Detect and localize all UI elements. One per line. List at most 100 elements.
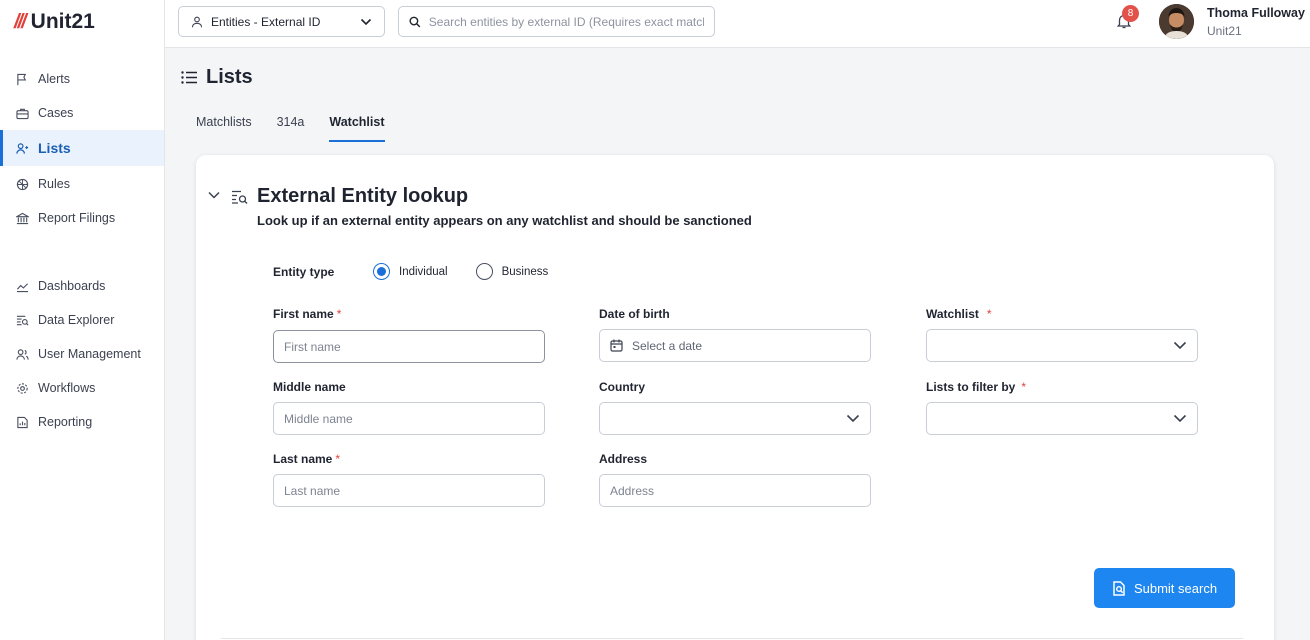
last-name-label-text: Last name bbox=[273, 452, 333, 466]
tab-matchlists[interactable]: Matchlists bbox=[196, 106, 252, 142]
flag-icon bbox=[17, 73, 27, 85]
required-asterisk: * bbox=[1021, 380, 1027, 394]
users-icon bbox=[16, 348, 29, 360]
middle-name-label: Middle name bbox=[273, 380, 346, 394]
first-name-label: First name * bbox=[273, 307, 341, 321]
chevron-down-icon[interactable] bbox=[208, 190, 220, 200]
submit-search-label: Submit search bbox=[1133, 580, 1218, 596]
document-search-icon bbox=[1113, 580, 1125, 596]
entity-type-group: Entity type Individual Business bbox=[273, 263, 548, 280]
last-name-field[interactable] bbox=[273, 474, 545, 507]
notification-count-badge: 8 bbox=[1122, 5, 1139, 22]
watchlist-label: Watchlist * bbox=[926, 307, 992, 321]
middle-name-input[interactable] bbox=[284, 411, 534, 426]
chart-line-icon bbox=[16, 282, 29, 292]
dob-placeholder: Select a date bbox=[632, 338, 703, 353]
calendar-icon bbox=[610, 339, 623, 352]
user-name[interactable]: Thoma Fulloway bbox=[1207, 6, 1305, 20]
sidebar-item-alerts[interactable]: Alerts bbox=[0, 62, 164, 96]
sidebar-item-label: User Management bbox=[38, 347, 141, 361]
radio-circle-selected[interactable] bbox=[373, 263, 390, 280]
briefcase-icon bbox=[16, 108, 29, 119]
entity-select-value: Entities - External ID bbox=[211, 14, 321, 29]
lookup-title: External Entity lookup bbox=[257, 185, 469, 207]
sidebar-item-label: Rules bbox=[38, 177, 70, 191]
sidebar-item-label: Lists bbox=[38, 140, 71, 156]
required-asterisk: * bbox=[986, 307, 992, 321]
bank-icon bbox=[16, 212, 29, 224]
last-name-label: Last name * bbox=[273, 452, 340, 466]
chevron-down-icon bbox=[846, 414, 860, 423]
sidebar-item-label: Cases bbox=[38, 106, 74, 120]
sidebar: /// Unit21 Alerts Cases Lists Rules Repo… bbox=[0, 0, 165, 640]
sidebar-item-dashboards[interactable]: Dashboards bbox=[0, 269, 164, 303]
watchlist-label-text: Watchlist bbox=[926, 307, 979, 321]
sidebar-item-data-explorer[interactable]: Data Explorer bbox=[0, 303, 164, 337]
lists-filter-select[interactable] bbox=[926, 402, 1198, 435]
radio-business-label: Business bbox=[501, 265, 549, 278]
user-list-icon bbox=[16, 142, 29, 154]
data-search-icon bbox=[16, 315, 29, 326]
sidebar-item-label: Alerts bbox=[38, 72, 70, 86]
sidebar-item-label: Dashboards bbox=[38, 279, 106, 293]
page-title: Lists bbox=[181, 66, 253, 89]
chevron-down-icon bbox=[360, 18, 372, 25]
avatar[interactable] bbox=[1159, 4, 1194, 39]
external-entity-lookup-card: External Entity lookup Look up if an ext… bbox=[196, 155, 1274, 640]
sidebar-item-cases[interactable]: Cases bbox=[0, 96, 164, 130]
sidebar-item-label: Report Filings bbox=[38, 211, 116, 225]
country-label: Country bbox=[599, 380, 645, 394]
page-title-text: Lists bbox=[206, 66, 253, 88]
lists-filter-label: Lists to filter by * bbox=[926, 380, 1026, 394]
address-input[interactable] bbox=[610, 483, 860, 498]
top-bar: Entities - External ID 8 Thoma Fulloway … bbox=[165, 0, 1310, 48]
first-name-input[interactable] bbox=[284, 339, 534, 354]
address-field[interactable] bbox=[599, 474, 871, 507]
sidebar-item-reporting[interactable]: Reporting bbox=[0, 405, 164, 439]
radio-individual[interactable]: Individual bbox=[373, 263, 448, 280]
lookup-subtitle: Look up if an external entity appears on… bbox=[257, 213, 752, 228]
list-icon bbox=[181, 71, 197, 84]
entity-search-box[interactable] bbox=[398, 6, 715, 37]
user-organization: Unit21 bbox=[1207, 24, 1242, 38]
sidebar-item-label: Workflows bbox=[38, 381, 96, 395]
report-icon bbox=[17, 416, 28, 428]
tab-314a[interactable]: 314a bbox=[277, 106, 305, 142]
card-divider bbox=[221, 638, 1243, 639]
logo-mark: /// bbox=[14, 10, 27, 33]
lists-tabs: Matchlists 314a Watchlist bbox=[196, 106, 385, 142]
logo-name: Unit21 bbox=[30, 10, 95, 33]
person-icon bbox=[191, 16, 203, 27]
chevron-down-icon bbox=[1173, 341, 1187, 350]
radio-circle[interactable] bbox=[475, 263, 493, 280]
watchlist-select[interactable] bbox=[926, 329, 1198, 362]
sidebar-item-report-filings[interactable]: Report Filings bbox=[0, 201, 164, 235]
middle-name-field[interactable] bbox=[273, 402, 545, 435]
sidebar-item-label: Reporting bbox=[38, 415, 93, 429]
submit-search-button[interactable]: Submit search bbox=[1094, 568, 1235, 608]
country-select[interactable] bbox=[599, 402, 871, 435]
list-search-icon bbox=[232, 190, 248, 204]
first-name-field[interactable] bbox=[273, 330, 545, 363]
last-name-input[interactable] bbox=[284, 483, 534, 498]
sidebar-item-lists[interactable]: Lists bbox=[0, 130, 164, 166]
sidebar-item-user-management[interactable]: User Management bbox=[0, 337, 164, 371]
lists-filter-label-text: Lists to filter by bbox=[926, 380, 1016, 394]
unit21-logo[interactable]: /// Unit21 bbox=[14, 8, 95, 36]
tab-watchlist[interactable]: Watchlist bbox=[329, 106, 385, 142]
sidebar-item-label: Data Explorer bbox=[38, 313, 115, 327]
entity-search-input[interactable] bbox=[428, 14, 704, 29]
address-label: Address bbox=[599, 452, 648, 466]
dob-date-picker[interactable]: Select a date bbox=[599, 329, 871, 362]
sidebar-item-rules[interactable]: Rules bbox=[0, 167, 164, 201]
gear-icon bbox=[17, 382, 28, 394]
user-photo bbox=[1159, 4, 1194, 39]
chevron-down-icon bbox=[1173, 414, 1187, 423]
radio-business[interactable]: Business bbox=[475, 263, 549, 280]
first-name-label-text: First name bbox=[273, 307, 334, 321]
entity-type-select[interactable]: Entities - External ID bbox=[178, 6, 385, 37]
radio-individual-label: Individual bbox=[399, 265, 448, 278]
dob-label: Date of birth bbox=[599, 307, 670, 321]
sidebar-item-workflows[interactable]: Workflows bbox=[0, 371, 164, 405]
search-icon bbox=[409, 16, 421, 27]
